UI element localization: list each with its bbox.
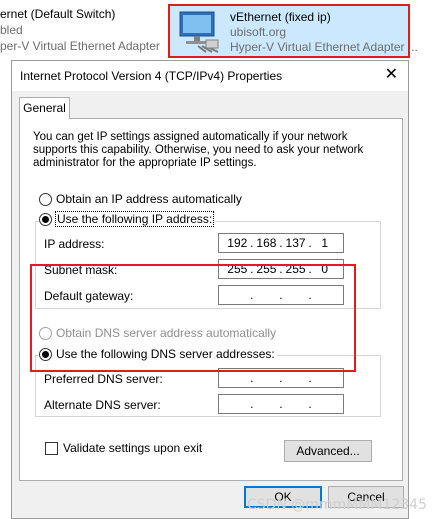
- ip-manual-radio[interactable]: [39, 212, 52, 226]
- ip-octet: 192: [227, 236, 248, 250]
- advanced-button[interactable]: Advanced...: [284, 440, 372, 462]
- ip-address-label: IP address:: [44, 237, 105, 251]
- validate-option[interactable]: Validate settings upon exit: [45, 441, 202, 455]
- subnet-mask-field[interactable]: 255. 255. 255. 0: [218, 259, 344, 279]
- ip-auto-label: Obtain an IP address automatically: [56, 192, 242, 206]
- adapter-device: Hyper-V Virtual Ethernet Adapter ...: [230, 40, 418, 54]
- alternate-dns-label: Alternate DNS server:: [44, 398, 161, 412]
- watermark: CSDN @mmmMMM12345: [246, 497, 427, 513]
- dns-auto-radio[interactable]: [39, 326, 52, 340]
- network-adapter-icon: [179, 11, 219, 53]
- validate-checkbox[interactable]: [45, 441, 58, 455]
- adapter-name: vEthernet (fixed ip): [230, 10, 331, 24]
- validate-label: Validate settings upon exit: [63, 441, 203, 455]
- ip-auto-radio[interactable]: [39, 192, 52, 206]
- ip-address-field[interactable]: 192. 168. 137. 1: [218, 233, 344, 253]
- dns-manual-radio[interactable]: [39, 347, 52, 361]
- dialog-title: Internet Protocol Version 4 (TCP/IPv4) P…: [20, 69, 283, 83]
- subnet-octet: 255: [227, 262, 248, 276]
- ip-manual-label: Use the following IP address:: [54, 211, 215, 227]
- general-tab-panel: You can get IP settings assigned automat…: [19, 118, 403, 481]
- ip-octet: 168: [256, 236, 277, 250]
- ipv4-properties-dialog: Internet Protocol Version 4 (TCP/IPv4) P…: [11, 60, 409, 519]
- adapter-network: ubisoft.org: [230, 25, 287, 39]
- subnet-octet: 255: [256, 262, 277, 276]
- dns-auto-option[interactable]: Obtain DNS server address automatically: [39, 326, 276, 340]
- preferred-dns-field[interactable]: . . .: [218, 368, 344, 388]
- dns-manual-option[interactable]: Use the following DNS server addresses:: [39, 347, 277, 361]
- ip-octet: 137: [285, 236, 306, 250]
- subnet-mask-label: Subnet mask:: [44, 263, 118, 277]
- network-connections-list: ernet (Default Switch) bled per-V Virtua…: [0, 0, 433, 58]
- ip-octet: 1: [321, 236, 328, 250]
- alternate-dns-field[interactable]: . . .: [218, 394, 344, 414]
- ip-manual-option[interactable]: Use the following IP address:: [39, 211, 216, 227]
- dialog-titlebar[interactable]: Internet Protocol Version 4 (TCP/IPv4) P…: [12, 61, 408, 91]
- dns-auto-label: Obtain DNS server address automatically: [56, 326, 277, 340]
- default-gateway-field[interactable]: . . .: [218, 285, 344, 305]
- adapter-device: per-V Virtual Ethernet Adapter: [0, 39, 160, 53]
- subnet-octet: 0: [321, 262, 328, 276]
- close-icon[interactable]: ✕: [385, 67, 398, 83]
- dns-manual-label: Use the following DNS server addresses:: [56, 347, 275, 361]
- ip-auto-option[interactable]: Obtain an IP address automatically: [39, 192, 242, 206]
- adapter-vethernet-fixed-ip[interactable]: vEthernet (fixed ip) ubisoft.org Hyper-V…: [168, 4, 418, 58]
- subnet-octet: 255: [285, 262, 306, 276]
- default-gateway-label: Default gateway:: [44, 289, 134, 303]
- adapter-default-switch[interactable]: ernet (Default Switch) bled per-V Virtua…: [0, 6, 160, 54]
- preferred-dns-label: Preferred DNS server:: [44, 372, 163, 386]
- tab-general[interactable]: General: [19, 97, 70, 119]
- adapter-status: bled: [0, 23, 23, 37]
- intro-text: You can get IP settings assigned automat…: [33, 131, 364, 169]
- adapter-name: ernet (Default Switch): [0, 7, 116, 21]
